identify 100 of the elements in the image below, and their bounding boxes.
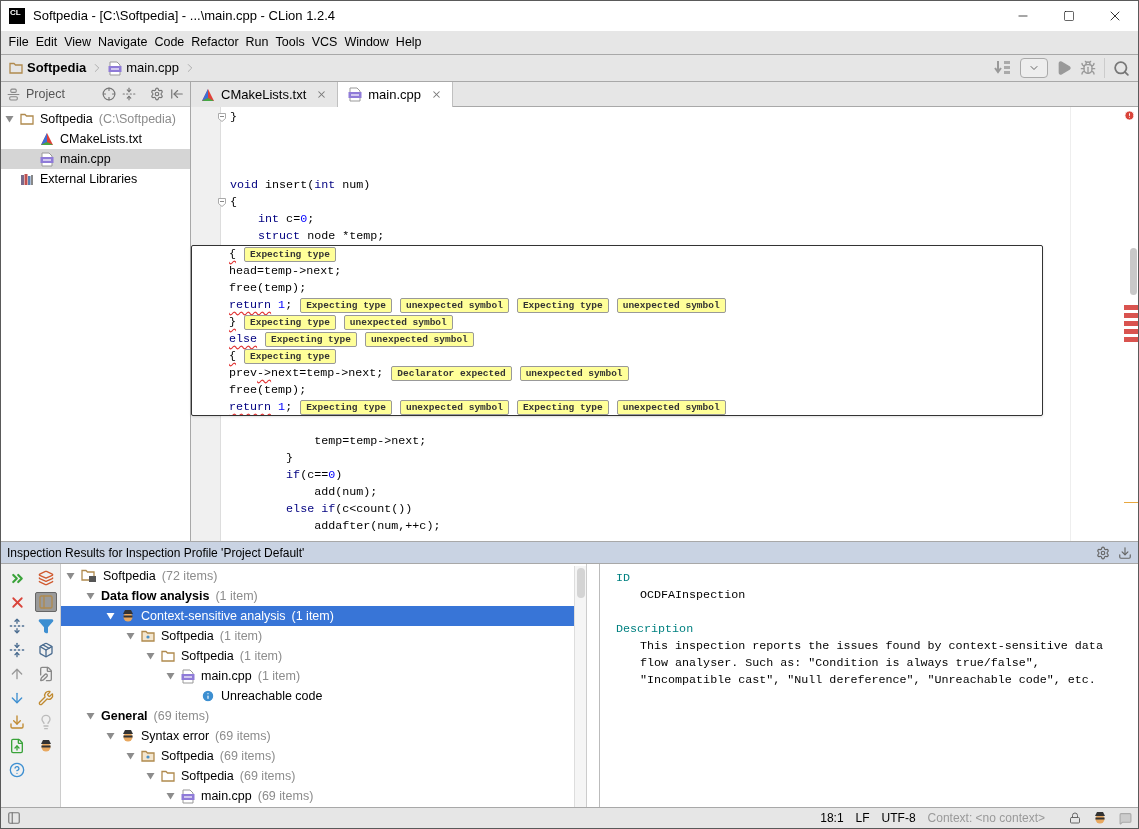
locate-icon[interactable] [102, 87, 116, 101]
debug-icon[interactable] [1080, 60, 1096, 76]
group-icon[interactable] [38, 570, 54, 586]
tree-row[interactable]: main.cpp (69 items) [61, 786, 574, 806]
event-log-icon[interactable] [1119, 811, 1132, 825]
code-line: if(c==0) [285, 467, 343, 484]
download-icon[interactable] [9, 714, 25, 730]
menu-item[interactable]: Code [150, 33, 188, 52]
breadcrumb[interactable]: main.cpp [108, 58, 179, 78]
expanded-arrow-icon[interactable] [146, 652, 155, 660]
close-tab-icon[interactable] [431, 89, 442, 100]
fold-marker-icon[interactable] [218, 113, 226, 122]
package-folder-icon [141, 630, 155, 642]
menu-item[interactable]: Window [340, 33, 393, 52]
tree-row[interactable]: Softpedia (69 items) [61, 766, 574, 786]
editor-tab[interactable]: main.cpp [338, 82, 453, 107]
file-export-icon[interactable] [9, 738, 25, 754]
path-note: (C:\Softpedia) [98, 110, 176, 128]
masked-figure-icon [1093, 811, 1107, 825]
expand-all-icon[interactable] [9, 618, 25, 634]
encoding-selector[interactable]: UTF-8 [881, 809, 916, 827]
expanded-arrow-icon[interactable] [146, 772, 155, 780]
expanded-arrow-icon[interactable] [106, 612, 115, 620]
collapse-all-icon[interactable] [9, 642, 25, 658]
error-tag: unexpected symbol [616, 400, 726, 415]
filter-icon[interactable] [38, 618, 54, 634]
menu-item[interactable]: VCS [308, 33, 341, 52]
expanded-arrow-icon[interactable] [166, 672, 175, 680]
lightbulb-icon[interactable] [38, 714, 54, 730]
code-line: return 1; [229, 399, 293, 415]
tree-label: Softpedia [103, 567, 156, 585]
error-mark [1124, 337, 1138, 342]
expanded-arrow-icon[interactable] [166, 792, 175, 800]
expanded-arrow-icon[interactable] [86, 592, 95, 600]
expanded-arrow-icon[interactable] [5, 115, 14, 123]
menu-item[interactable]: Run [242, 33, 272, 52]
cpp-file-icon [181, 788, 195, 804]
tree-row[interactable]: Softpedia (69 items) [61, 746, 574, 766]
error-tag: Expecting type [300, 298, 392, 313]
tree-row[interactable]: Softpedia (C:\Softpedia) [1, 109, 190, 129]
breadcrumb[interactable]: Softpedia [9, 58, 87, 78]
item-count: (72 items) [161, 567, 218, 585]
menu-item[interactable]: Edit [32, 33, 61, 52]
error-tag: Expecting type [516, 400, 609, 415]
tree-row[interactable]: General (69 items) [61, 706, 574, 726]
scrollbar-thumb[interactable] [1130, 248, 1137, 295]
item-count: (1 item) [215, 587, 258, 605]
tree-row[interactable]: Context-sensitive analysis (1 item) [61, 606, 574, 626]
package-icon[interactable] [38, 642, 54, 658]
tree-label: Softpedia [181, 647, 234, 665]
tree-row[interactable]: CMakeLists.txt [1, 129, 190, 149]
wrench-icon[interactable] [38, 690, 54, 706]
menu-item[interactable]: Help [392, 33, 426, 52]
tree-row[interactable]: Data flow analysis (1 item) [61, 586, 574, 606]
edit-icon[interactable] [38, 666, 54, 682]
scrollbar[interactable] [574, 566, 586, 807]
folder-icon [161, 770, 175, 782]
line-separator-selector[interactable]: LF [855, 809, 870, 827]
menu-item[interactable]: View [60, 33, 95, 52]
expanded-arrow-icon[interactable] [86, 712, 95, 720]
item-count: (69 items) [219, 747, 276, 765]
editor-tab[interactable]: CMakeLists.txt [191, 82, 339, 107]
lock-icon[interactable] [1069, 812, 1081, 824]
menu-item[interactable]: File [5, 33, 33, 52]
hide-panel-icon[interactable] [1118, 545, 1132, 560]
tree-row[interactable]: Softpedia (1 item) [61, 626, 574, 646]
close-tab-icon[interactable] [316, 89, 328, 100]
expanded-arrow-icon[interactable] [126, 632, 135, 640]
collapse-icon[interactable] [122, 87, 136, 101]
caret-position[interactable]: 18:1 [820, 809, 844, 827]
menu-item[interactable]: Tools [272, 33, 309, 52]
expanded-arrow-icon[interactable] [126, 752, 135, 760]
menu-item[interactable]: Refactor [187, 33, 243, 52]
project-view-icon[interactable] [7, 87, 20, 101]
settings-icon[interactable] [1096, 545, 1110, 560]
tree-label: Unreachable code [221, 687, 323, 705]
settings-icon[interactable] [150, 87, 164, 101]
code-line: } [230, 109, 237, 126]
help-icon[interactable] [9, 762, 25, 778]
error-tag: Expecting type [244, 315, 336, 330]
tree-row[interactable]: main.cpp (1 item) [61, 666, 574, 686]
tree-row[interactable]: External Libraries [1, 169, 190, 189]
expanded-arrow-icon[interactable] [66, 572, 75, 580]
expanded-arrow-icon[interactable] [106, 732, 115, 740]
hide-panel-icon[interactable] [170, 87, 184, 101]
cpp-file-icon [108, 60, 123, 76]
tree-row[interactable]: Unreachable code [61, 686, 574, 706]
run-icon[interactable] [1056, 60, 1072, 76]
tree-row[interactable]: Syntax error (69 items) [61, 726, 574, 746]
search-icon[interactable] [1113, 59, 1130, 77]
tree-row[interactable]: Softpedia (1 item) [61, 646, 574, 666]
error-tag: Expecting type [300, 400, 392, 415]
fold-marker-icon[interactable] [218, 198, 226, 207]
tool-windows-icon[interactable] [7, 811, 21, 825]
configuration-dropdown[interactable] [1020, 58, 1048, 78]
folder-icon [20, 113, 34, 125]
tree-row[interactable]: main.cpp [1, 149, 190, 169]
tree-row[interactable]: Softpedia (72 items) [61, 566, 574, 586]
menu-item[interactable]: Navigate [94, 33, 151, 52]
binary-down-icon[interactable] [994, 60, 1012, 76]
